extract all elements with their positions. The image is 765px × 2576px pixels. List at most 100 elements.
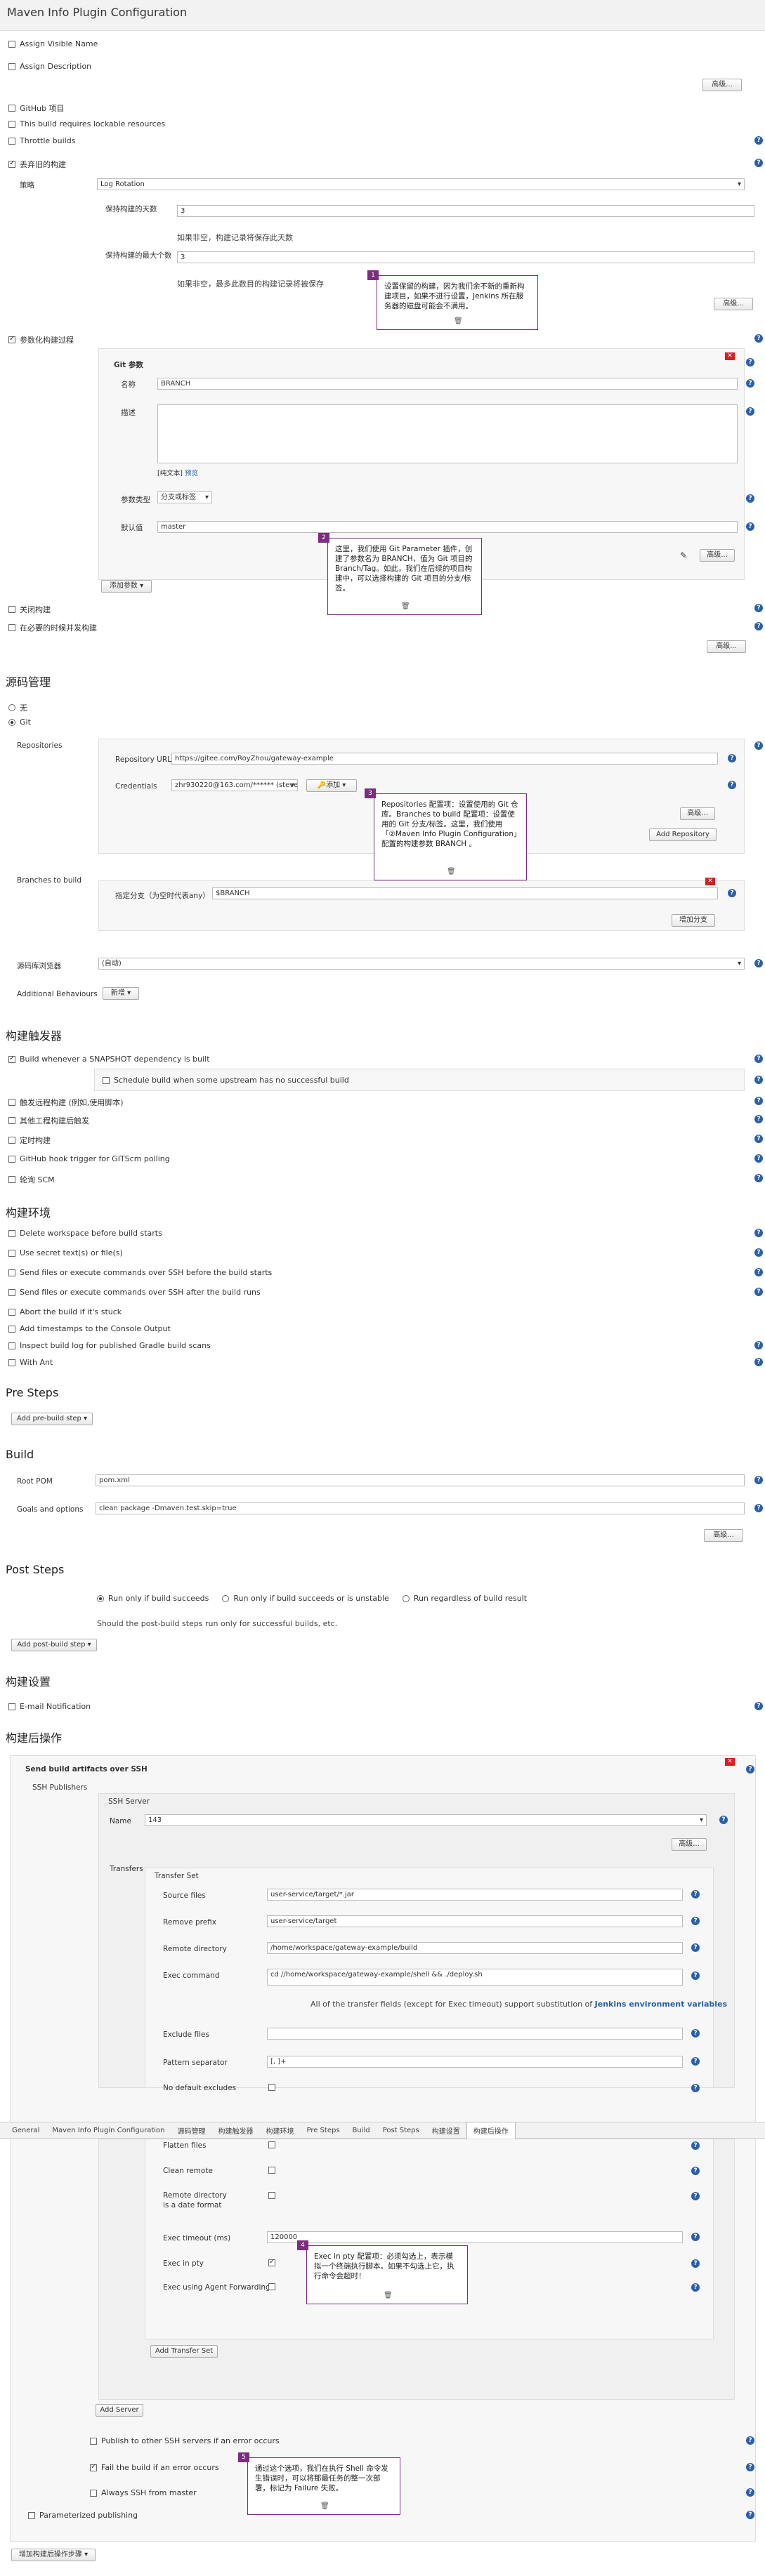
no-default-excludes-checkbox[interactable] (268, 2084, 275, 2091)
add-repository-button[interactable]: Add Repository (649, 828, 717, 841)
tab-6[interactable]: Build (346, 2124, 377, 2137)
help-icon[interactable]: ? (691, 2233, 700, 2241)
root-pom-input[interactable]: pom.xml (96, 1474, 745, 1486)
scm-none-option[interactable]: 无 (8, 702, 27, 713)
help-icon[interactable]: ? (691, 2167, 700, 2175)
checkbox[interactable] (8, 62, 15, 70)
remote-dir-input[interactable]: /home/workspace/gateway-example/build (267, 1942, 683, 1954)
help-icon[interactable]: ? (754, 1154, 763, 1163)
tab-1[interactable]: Maven Info Plugin Configuration (46, 2124, 171, 2137)
flatten-checkbox[interactable] (268, 2141, 275, 2148)
help-icon[interactable]: ? (754, 136, 763, 145)
checkbox[interactable] (8, 1269, 15, 1276)
help-icon[interactable]: ? (691, 1917, 700, 1925)
build-advanced-button[interactable]: 高级... (704, 1529, 743, 1542)
checkbox[interactable] (8, 1703, 15, 1710)
checkbox[interactable] (8, 105, 15, 112)
help-icon[interactable]: ? (754, 741, 763, 750)
trash-icon[interactable]: 🗑 (320, 2502, 329, 2511)
email-notification-option[interactable]: E-mail Notification (8, 1702, 91, 1711)
tab-3[interactable]: 构建触发器 (211, 2122, 259, 2139)
add-transfer-set-button[interactable]: Add Transfer Set (150, 2345, 218, 2358)
clean-remote-checkbox[interactable] (268, 2167, 275, 2174)
help-icon[interactable]: ? (754, 159, 763, 167)
credentials-select[interactable]: zhr930220@163.com/****** (steve) (171, 779, 298, 791)
checkbox[interactable] (8, 1137, 15, 1144)
exclude-files-input[interactable] (267, 2028, 683, 2040)
checkbox[interactable] (8, 606, 15, 613)
delete-publisher-button[interactable]: ✕ (725, 1758, 735, 1766)
secret-option[interactable]: Use secret text(s) or file(s) (8, 1248, 123, 1257)
repo-url-input[interactable]: https://gitee.com/RoyZhou/gateway-exampl… (171, 753, 718, 765)
help-icon[interactable]: ? (746, 2488, 754, 2497)
param-desc-textarea[interactable] (157, 404, 738, 463)
general-advanced-button-2[interactable]: 高级... (707, 640, 746, 653)
radio[interactable] (97, 1594, 104, 1602)
tab-0[interactable]: General (6, 2124, 46, 2137)
help-icon[interactable]: ? (691, 2029, 700, 2037)
checkbox[interactable] (8, 1359, 15, 1366)
exec-command-textarea[interactable]: cd //home/workspace/gateway-example/shel… (267, 1969, 683, 1986)
new-behaviour-button[interactable]: 新增 ▾ (103, 987, 139, 1000)
help-icon[interactable]: ? (719, 1816, 728, 1824)
help-icon[interactable]: ? (754, 604, 763, 612)
help-icon[interactable]: ? (754, 1504, 763, 1512)
help-icon[interactable]: ? (754, 959, 763, 967)
add-server-button[interactable]: Add Server (96, 2404, 143, 2417)
ssh-after-option[interactable]: Send files or execute commands over SSH … (8, 1288, 261, 1297)
date-dir-checkbox[interactable] (268, 2192, 275, 2199)
checkbox[interactable] (8, 1117, 15, 1124)
tab-8[interactable]: 构建设置 (426, 2122, 466, 2139)
checkbox[interactable] (8, 335, 15, 343)
help-icon[interactable]: ? (746, 2511, 754, 2519)
help-icon[interactable]: ? (691, 1890, 700, 1898)
remote-trigger-option[interactable]: 触发远程构建 (例如,使用脚本) (8, 1097, 124, 1108)
assign-description-option[interactable]: Assign Description (8, 62, 91, 71)
checkbox[interactable] (90, 2437, 97, 2445)
abort-option[interactable]: Abort the build if it's stuck (8, 1307, 122, 1316)
help-icon[interactable]: ? (746, 2436, 754, 2445)
help-icon[interactable]: ? (746, 407, 754, 416)
help-icon[interactable]: ? (754, 1229, 763, 1237)
concurrent-option[interactable]: 在必要的时候并发构建 (8, 622, 97, 633)
max-input[interactable]: 3 (177, 251, 754, 263)
pattern-sep-input[interactable]: [, ]+ (267, 2056, 683, 2068)
parameterized-option[interactable]: 参数化构建过程 (8, 334, 74, 345)
help-icon[interactable]: ? (754, 622, 763, 630)
trash-icon[interactable]: 🗑 (447, 867, 456, 877)
trash-icon[interactable]: 🗑 (401, 602, 410, 612)
remove-prefix-input[interactable]: user-service/target (267, 1915, 683, 1927)
checkbox[interactable] (8, 1099, 15, 1106)
param-advanced-button[interactable]: 高级... (700, 549, 735, 562)
tab-5[interactable]: Pre Steps (300, 2124, 346, 2137)
add-credentials-button[interactable]: 🔑添加 ▾ (306, 779, 357, 792)
repo-advanced-button[interactable]: 高级... (680, 807, 715, 820)
disable-build-option[interactable]: 关闭构建 (8, 604, 51, 615)
help-icon[interactable]: ? (728, 889, 736, 897)
checkbox[interactable] (28, 2511, 35, 2519)
tab-2[interactable]: 源码管理 (171, 2122, 211, 2139)
github-project-option[interactable]: GitHub 项目 (8, 103, 65, 114)
checkbox[interactable] (8, 40, 15, 48)
help-icon[interactable]: ? (746, 358, 754, 366)
throttle-option[interactable]: Throttle builds (8, 136, 75, 145)
default-value-input[interactable]: master (157, 521, 738, 533)
help-icon[interactable]: ? (754, 1248, 763, 1257)
checkbox[interactable] (90, 2489, 97, 2497)
trash-icon[interactable]: 🗑 (454, 317, 463, 326)
general-advanced-button[interactable]: 高级... (702, 79, 742, 91)
checkbox[interactable] (8, 120, 15, 128)
add-parameter-button[interactable]: 添加参数 ▾ (101, 580, 152, 593)
checkbox[interactable] (8, 1325, 15, 1333)
checkbox[interactable] (8, 1288, 15, 1296)
help-icon[interactable]: ? (691, 2084, 700, 2092)
radio[interactable] (402, 1594, 410, 1602)
help-icon[interactable]: ? (754, 1288, 763, 1296)
tab-4[interactable]: 构建环境 (259, 2122, 300, 2139)
checkbox[interactable] (8, 1176, 15, 1183)
timestamps-option[interactable]: Add timestamps to the Console Output (8, 1324, 171, 1333)
help-icon[interactable]: ? (728, 754, 736, 762)
help-icon[interactable]: ? (754, 1358, 763, 1366)
help-icon[interactable]: ? (754, 1115, 763, 1123)
help-icon[interactable]: ? (754, 1097, 763, 1105)
